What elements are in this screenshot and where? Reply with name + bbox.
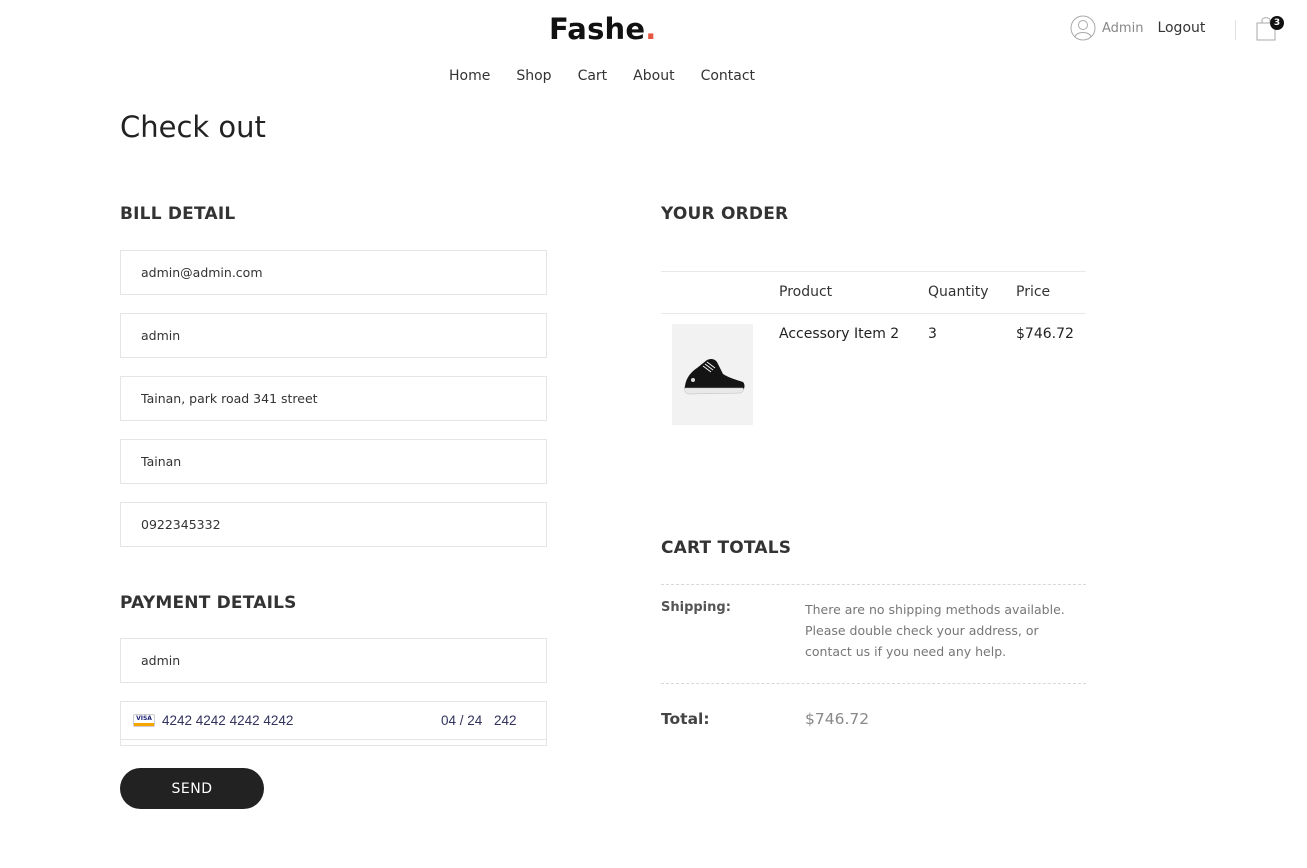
order-quantity: 3 xyxy=(928,326,937,342)
nav-shop[interactable]: Shop xyxy=(516,68,551,84)
address-field[interactable] xyxy=(120,376,547,421)
cardholder-field[interactable] xyxy=(120,638,547,683)
total-value: $746.72 xyxy=(805,710,870,728)
nav-about[interactable]: About xyxy=(633,68,674,84)
logo-text: Fashe xyxy=(549,12,646,46)
city-field[interactable] xyxy=(120,439,547,484)
card-input[interactable]: VISA 4242 4242 4242 4242 04 / 24 242 xyxy=(120,701,547,746)
card-brand-text: VISA xyxy=(136,715,152,722)
site-logo[interactable]: Fashe. xyxy=(549,12,656,46)
user-name: Admin xyxy=(1102,20,1144,36)
payment-details-title: PAYMENT DETAILS xyxy=(120,593,297,613)
nav-home[interactable]: Home xyxy=(449,68,490,84)
main-nav: Home Shop Cart About Contact xyxy=(449,68,781,84)
cart-count-badge: 3 xyxy=(1270,16,1284,30)
card-expiry-field[interactable]: 04 / 24 xyxy=(441,713,482,728)
column-header-price: Price xyxy=(1016,284,1051,300)
order-product-name[interactable]: Accessory Item 2 xyxy=(779,326,899,342)
phone-field[interactable] xyxy=(120,502,547,547)
bill-detail-title: BILL DETAIL xyxy=(120,204,236,224)
totals-divider-bottom xyxy=(661,683,1086,684)
send-button[interactable]: SEND xyxy=(120,768,264,809)
your-order-title: YOUR ORDER xyxy=(661,204,789,224)
nav-cart[interactable]: Cart xyxy=(578,68,608,84)
user-icon[interactable] xyxy=(1070,15,1096,41)
visa-card-icon: VISA xyxy=(133,714,155,727)
table-top-border xyxy=(661,271,1086,272)
shipping-label: Shipping: xyxy=(661,600,731,615)
card-cvc-field[interactable]: 242 xyxy=(494,713,517,728)
page-title: Check out xyxy=(120,110,266,144)
card-input-divider xyxy=(121,739,546,740)
order-price: $746.72 xyxy=(1016,326,1074,342)
column-header-quantity: Quantity xyxy=(928,284,989,300)
email-field[interactable] xyxy=(120,250,547,295)
product-image[interactable] xyxy=(672,324,753,425)
column-header-product: Product xyxy=(779,284,833,300)
nav-contact[interactable]: Contact xyxy=(701,68,755,84)
totals-divider-top xyxy=(661,584,1086,585)
logo-dot: . xyxy=(645,12,657,46)
shipping-message: There are no shipping methods available.… xyxy=(805,602,1065,659)
card-number-field[interactable]: 4242 4242 4242 4242 xyxy=(162,713,293,728)
visa-stripe xyxy=(134,723,154,726)
logout-link[interactable]: Logout xyxy=(1157,20,1205,36)
table-header-border xyxy=(661,313,1086,314)
cart-totals-title: CART TOTALS xyxy=(661,538,792,558)
name-field[interactable] xyxy=(120,313,547,358)
account-area: Admin Logout xyxy=(1070,14,1205,42)
header-divider xyxy=(1235,20,1236,40)
total-label: Total: xyxy=(661,710,710,728)
